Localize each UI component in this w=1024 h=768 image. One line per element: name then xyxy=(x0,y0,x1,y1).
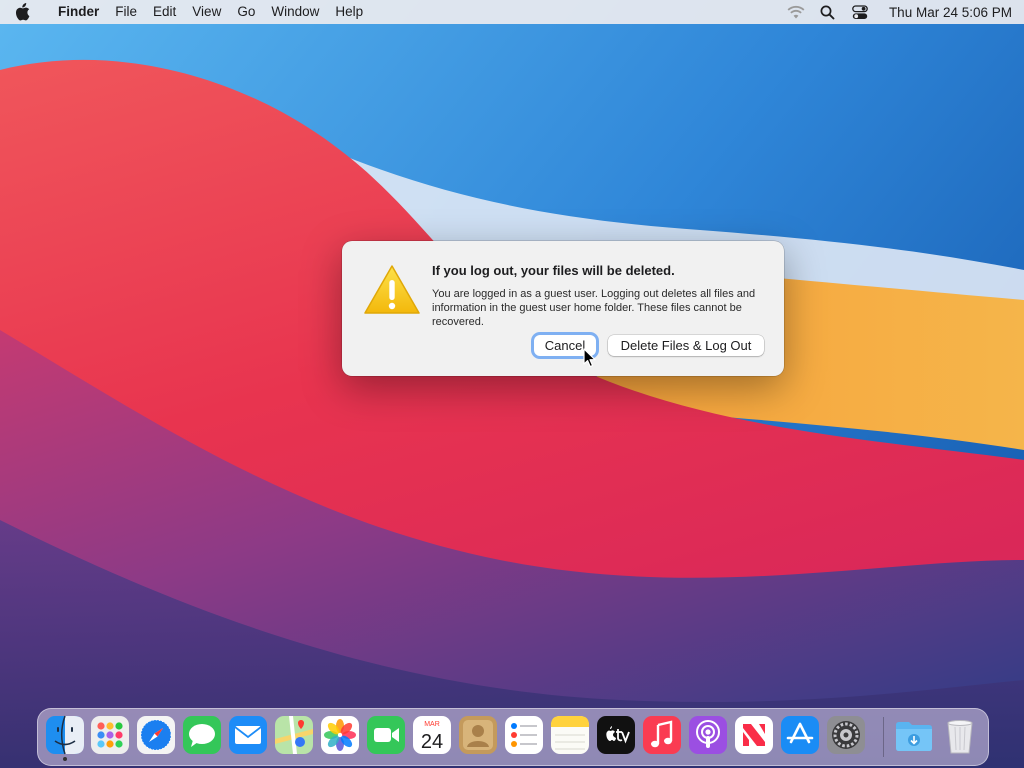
menu-view[interactable]: View xyxy=(184,0,229,24)
trash-icon[interactable] xyxy=(940,715,980,755)
menubar-clock[interactable]: Thu Mar 24 5:06 PM xyxy=(889,5,1012,20)
system-preferences-icon[interactable] xyxy=(826,715,866,755)
contacts-icon[interactable] xyxy=(458,715,498,755)
calendar-month: MAR xyxy=(424,721,440,728)
app-menu-finder[interactable]: Finder xyxy=(50,0,107,24)
safari-icon[interactable] xyxy=(136,715,176,755)
reminders-icon[interactable] xyxy=(504,715,544,755)
app-store-icon[interactable] xyxy=(780,715,820,755)
spotlight-search-icon[interactable] xyxy=(815,0,841,24)
calendar-day: 24 xyxy=(421,731,443,753)
wallpaper xyxy=(0,0,1024,768)
logout-alert-dialog: If you log out, your files will be delet… xyxy=(342,241,784,376)
notes-icon[interactable] xyxy=(550,715,590,755)
menu-edit[interactable]: Edit xyxy=(145,0,184,24)
messages-icon[interactable] xyxy=(182,715,222,755)
delete-files-log-out-button[interactable]: Delete Files & Log Out xyxy=(608,335,764,356)
menu-window[interactable]: Window xyxy=(263,0,327,24)
mail-icon[interactable] xyxy=(228,715,268,755)
warning-icon xyxy=(364,265,420,314)
apple-tv-icon[interactable] xyxy=(596,715,636,755)
menu-help[interactable]: Help xyxy=(327,0,371,24)
dialog-title: If you log out, your files will be delet… xyxy=(432,263,675,278)
dock: MAR 24 xyxy=(37,708,989,766)
menu-go[interactable]: Go xyxy=(229,0,263,24)
finder-running-indicator xyxy=(63,757,67,761)
menu-file[interactable]: File xyxy=(107,0,145,24)
photos-icon[interactable] xyxy=(320,715,360,755)
calendar-icon[interactable]: MAR 24 xyxy=(412,715,452,755)
menu-bar: Finder File Edit View Go Window Help Thu… xyxy=(0,0,1024,24)
maps-icon[interactable] xyxy=(274,715,314,755)
status-area: Thu Mar 24 5:06 PM xyxy=(777,0,1012,24)
desktop: Finder File Edit View Go Window Help Thu… xyxy=(0,0,1024,768)
apple-menu-icon[interactable] xyxy=(14,0,44,24)
facetime-icon[interactable] xyxy=(366,715,406,755)
downloads-folder-icon[interactable] xyxy=(894,715,934,755)
launchpad-icon[interactable] xyxy=(90,715,130,755)
mouse-cursor-icon xyxy=(583,348,596,368)
dialog-message: You are logged in as a guest user. Loggi… xyxy=(432,288,756,328)
finder-icon[interactable] xyxy=(45,715,85,755)
control-center-icon[interactable] xyxy=(847,0,873,24)
music-icon[interactable] xyxy=(642,715,682,755)
news-icon[interactable] xyxy=(734,715,774,755)
wifi-icon[interactable] xyxy=(783,0,809,24)
podcasts-icon[interactable] xyxy=(688,715,728,755)
dock-separator xyxy=(883,717,884,757)
